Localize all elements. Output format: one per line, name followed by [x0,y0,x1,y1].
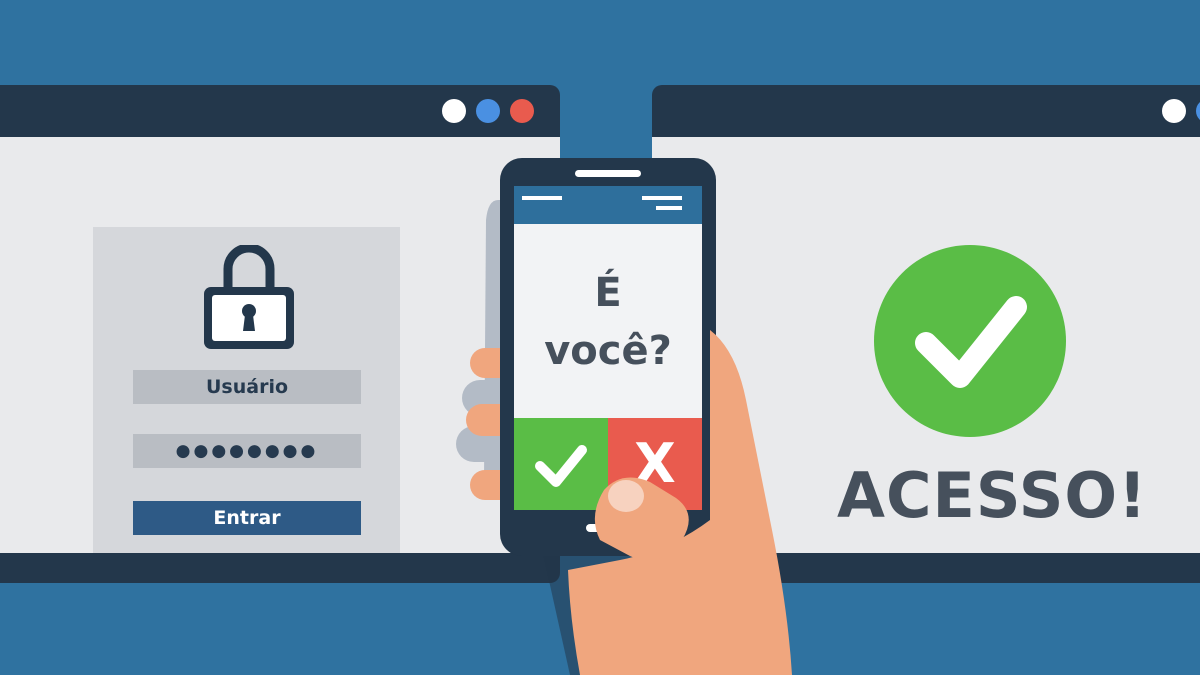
window-dot-red[interactable] [510,99,534,123]
app-header [514,186,702,224]
menu-icon [522,196,682,210]
check-circle-icon [874,245,1066,437]
phone-speaker [575,170,641,177]
access-granted-message: ACESSO! [837,459,1148,532]
two-factor-illustration: Usuário ●●●●●●●● Entrar ACESSO! É você? … [0,0,1200,675]
window-dot-blue[interactable] [476,99,500,123]
window-dot-white[interactable] [1162,99,1186,123]
window-title-bar [0,85,560,137]
window-dot-white[interactable] [442,99,466,123]
window-dot-blue[interactable] [1196,99,1200,123]
password-field[interactable]: ●●●●●●●● [133,434,361,468]
question-line-1: É [594,270,622,316]
username-field[interactable]: Usuário [133,370,361,404]
window-title-bar [652,85,1200,137]
hand-front [568,330,792,675]
entrar-button[interactable]: Entrar [133,501,361,535]
login-card: Usuário ●●●●●●●● Entrar [93,227,400,567]
check-mark-icon [915,296,1027,388]
padlock-icon [204,245,294,349]
